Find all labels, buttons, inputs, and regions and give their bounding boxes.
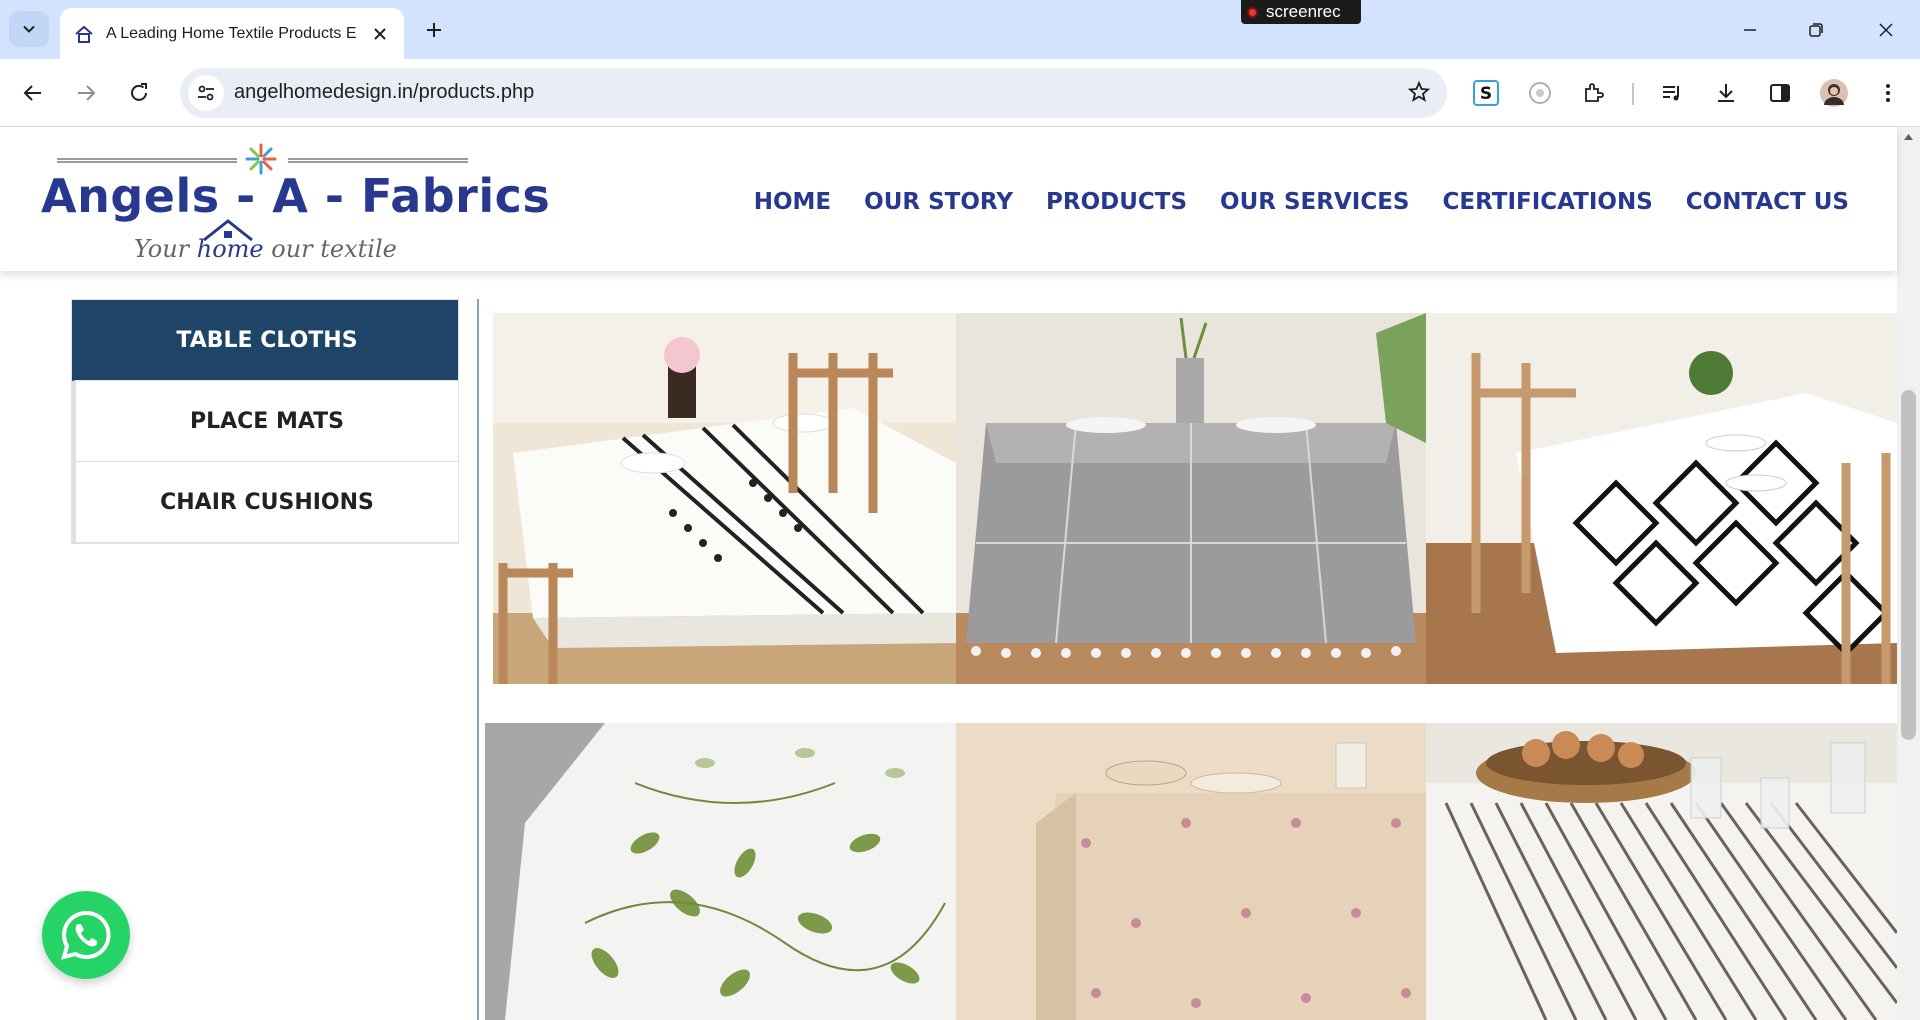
- site-info-button[interactable]: [188, 75, 224, 111]
- profile-avatar[interactable]: [1816, 75, 1852, 111]
- record-dot-icon: [1247, 6, 1258, 18]
- nav-our-story[interactable]: OUR STORY: [864, 189, 1013, 215]
- product-image-green-leaf-tablecloth[interactable]: [485, 723, 956, 1020]
- extension-s-icon[interactable]: S: [1468, 75, 1504, 111]
- tab-search-button[interactable]: [9, 11, 49, 47]
- browser-tab-strip: A Leading Home Textile Products E screen…: [0, 0, 1920, 59]
- restore-button[interactable]: [1798, 12, 1834, 48]
- tab-title: A Leading Home Textile Products E: [106, 24, 357, 42]
- side-panel-icon[interactable]: [1762, 75, 1798, 111]
- close-icon: [1879, 23, 1893, 37]
- chevron-down-icon: [23, 25, 35, 33]
- product-image-beige-floral-tablecloth[interactable]: [956, 723, 1426, 1020]
- download-icon[interactable]: [1708, 75, 1744, 111]
- product-image-geometric-tablecloth[interactable]: [1426, 313, 1897, 684]
- site-header: Angels - A - Fabrics Your home our texti…: [0, 127, 1897, 271]
- category-chair-cushions[interactable]: CHAIR CUSHIONS: [72, 462, 458, 543]
- close-window-button[interactable]: [1868, 12, 1904, 48]
- reload-button[interactable]: [121, 75, 157, 111]
- site-logo[interactable]: Angels - A - Fabrics Your home our texti…: [38, 135, 550, 265]
- restore-icon: [1809, 23, 1823, 37]
- new-tab-button[interactable]: [418, 14, 450, 46]
- tab-close-icon[interactable]: [368, 22, 392, 46]
- logo-line-left: [57, 158, 237, 163]
- svg-text:S: S: [1480, 84, 1492, 104]
- arrow-left-icon: [23, 85, 41, 101]
- site-favicon-icon: [75, 25, 93, 43]
- extension-record-icon[interactable]: [1522, 75, 1558, 111]
- nav-products[interactable]: PRODUCTS: [1046, 189, 1187, 215]
- product-image-grey-tassel-tablecloth[interactable]: [956, 313, 1426, 684]
- browser-toolbar: angelhomedesign.in/products.php S: [0, 59, 1920, 127]
- media-control-icon[interactable]: [1654, 75, 1690, 111]
- product-image-white-tribal-tablecloth[interactable]: [493, 313, 956, 684]
- reload-icon: [131, 83, 147, 101]
- scrollbar-thumb[interactable]: [1901, 390, 1916, 740]
- logo-tagline-before: Your: [134, 235, 197, 263]
- logo-name: Angels - A - Fabrics: [41, 169, 551, 223]
- nav-home[interactable]: HOME: [754, 189, 831, 215]
- logo-line-right: [288, 158, 468, 163]
- content-divider: [477, 299, 479, 1020]
- screenrec-label: screenrec: [1266, 2, 1341, 21]
- toolbar-separator: [1632, 83, 1634, 105]
- page-scrollbar[interactable]: [1897, 127, 1920, 1020]
- scroll-up-arrow-icon[interactable]: [1903, 133, 1914, 141]
- category-sidebar: TABLE CLOTHS PLACE MATS CHAIR CUSHIONS: [71, 299, 459, 544]
- whatsapp-icon: [61, 910, 111, 960]
- logo-tagline: Your home our textile: [134, 235, 397, 263]
- forward-button[interactable]: [68, 75, 104, 111]
- minimize-button[interactable]: [1732, 12, 1768, 48]
- address-bar[interactable]: angelhomedesign.in/products.php: [180, 68, 1447, 118]
- browser-menu-icon[interactable]: [1870, 75, 1906, 111]
- back-button[interactable]: [15, 75, 51, 111]
- main-nav: HOME OUR STORY PRODUCTS OUR SERVICES CER…: [754, 189, 1849, 215]
- logo-tagline-after: our textile: [263, 235, 397, 263]
- product-image-striped-tablecloth[interactable]: [1426, 723, 1897, 1020]
- logo-tagline-home: home: [196, 235, 264, 263]
- url-text[interactable]: angelhomedesign.in/products.php: [234, 81, 534, 104]
- arrow-right-icon: [78, 85, 96, 101]
- tune-icon: [198, 85, 214, 101]
- extensions-puzzle-icon[interactable]: [1576, 75, 1612, 111]
- nav-contact-us[interactable]: CONTACT US: [1686, 189, 1849, 215]
- bookmark-star-icon[interactable]: [1407, 80, 1431, 109]
- browser-tab[interactable]: A Leading Home Textile Products E: [60, 8, 404, 59]
- minimize-icon: [1744, 29, 1756, 31]
- plus-icon: [427, 23, 441, 37]
- nav-our-services[interactable]: OUR SERVICES: [1220, 189, 1409, 215]
- category-place-mats[interactable]: PLACE MATS: [72, 381, 458, 462]
- whatsapp-button[interactable]: [42, 891, 130, 979]
- category-table-cloths[interactable]: TABLE CLOTHS: [72, 300, 458, 381]
- screenrec-badge: screenrec: [1241, 0, 1361, 24]
- nav-certifications[interactable]: CERTIFICATIONS: [1443, 189, 1653, 215]
